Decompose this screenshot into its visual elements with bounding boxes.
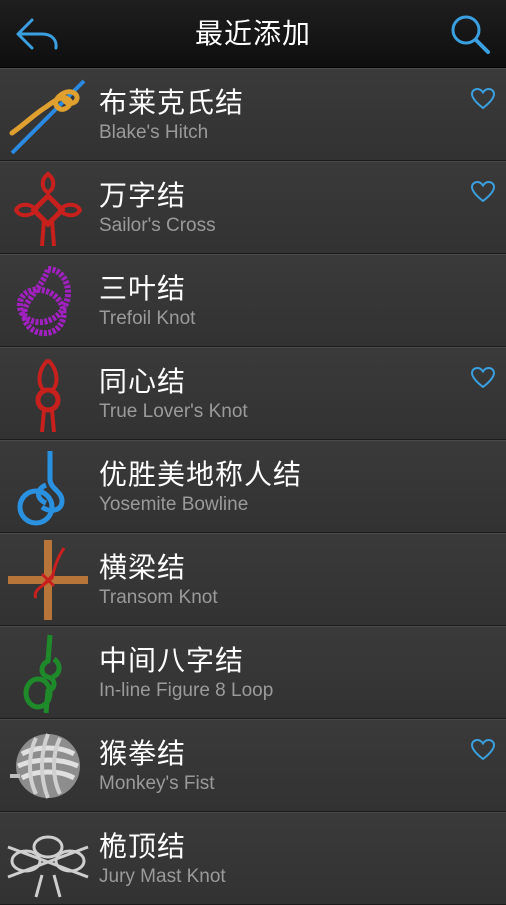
favorite-heart-icon[interactable] — [470, 366, 496, 390]
knot-name-en: Transom Knot — [99, 587, 218, 608]
knot-monkeys-fist-icon — [10, 733, 80, 799]
favorite-heart-icon[interactable] — [470, 738, 496, 762]
nav-bar: 最近添加 — [0, 0, 506, 68]
knot-name-en: Monkey's Fist — [99, 773, 215, 794]
knot-name-zh: 中间八字结 — [99, 644, 245, 677]
knot-trefoil-icon — [16, 265, 71, 337]
knot-name-zh: 同心结 — [99, 365, 187, 398]
list-item[interactable]: 同心结 True Lover's Knot — [0, 347, 506, 440]
knot-name-zh: 猴拳结 — [99, 737, 187, 770]
knot-name-en: Jury Mast Knot — [99, 866, 226, 887]
knot-name-en: Blake's Hitch — [99, 122, 209, 143]
knot-jury-mast-icon — [7, 835, 89, 898]
list-item[interactable]: 优胜美地称人结 Yosemite Bowline — [0, 440, 506, 533]
knot-name-en: Yosemite Bowline — [99, 494, 249, 515]
knot-name-zh: 桅顶结 — [99, 830, 187, 863]
knot-name-zh: 万字结 — [99, 179, 187, 212]
knot-yosemite-bowline-icon — [17, 451, 65, 526]
knot-inline-figure8-icon — [23, 634, 62, 714]
page-title: 最近添加 — [194, 18, 311, 49]
knot-transom-icon — [8, 540, 88, 620]
knot-name-zh: 优胜美地称人结 — [99, 458, 303, 491]
knot-name-en: True Lover's Knot — [99, 401, 248, 422]
knot-blakes-hitch-icon — [9, 79, 86, 155]
knot-name-en: Trefoil Knot — [99, 308, 196, 329]
knot-sailors-cross-icon — [13, 171, 83, 247]
knot-name-zh: 三叶结 — [99, 272, 187, 305]
list-item[interactable]: 三叶结 Trefoil Knot — [0, 254, 506, 347]
knot-name-zh: 横梁结 — [99, 551, 187, 584]
knot-name-en: Sailor's Cross — [99, 215, 216, 236]
list-item[interactable]: 万字结 Sailor's Cross — [0, 161, 506, 254]
knot-name-zh: 布莱克氏结 — [99, 86, 245, 119]
favorite-heart-icon[interactable] — [470, 87, 496, 111]
list-item[interactable]: 中间八字结 In-line Figure 8 Loop — [0, 626, 506, 719]
knot-name-en: In-line Figure 8 Loop — [99, 680, 274, 701]
list-item[interactable]: 桅顶结 Jury Mast Knot — [0, 812, 506, 905]
list-item[interactable]: 猴拳结 Monkey's Fist — [0, 719, 506, 812]
knot-true-lovers-icon — [35, 358, 61, 433]
list-item[interactable]: 布莱克氏结 Blake's Hitch — [0, 68, 506, 161]
favorite-heart-icon[interactable] — [470, 180, 496, 204]
list-item[interactable]: 横梁结 Transom Knot — [0, 533, 506, 626]
search-icon — [451, 15, 490, 54]
search-button[interactable] — [448, 12, 492, 56]
knot-list: 布莱克氏结 Blake's Hitch 万字结 Sailor's Cross 三… — [0, 68, 506, 905]
